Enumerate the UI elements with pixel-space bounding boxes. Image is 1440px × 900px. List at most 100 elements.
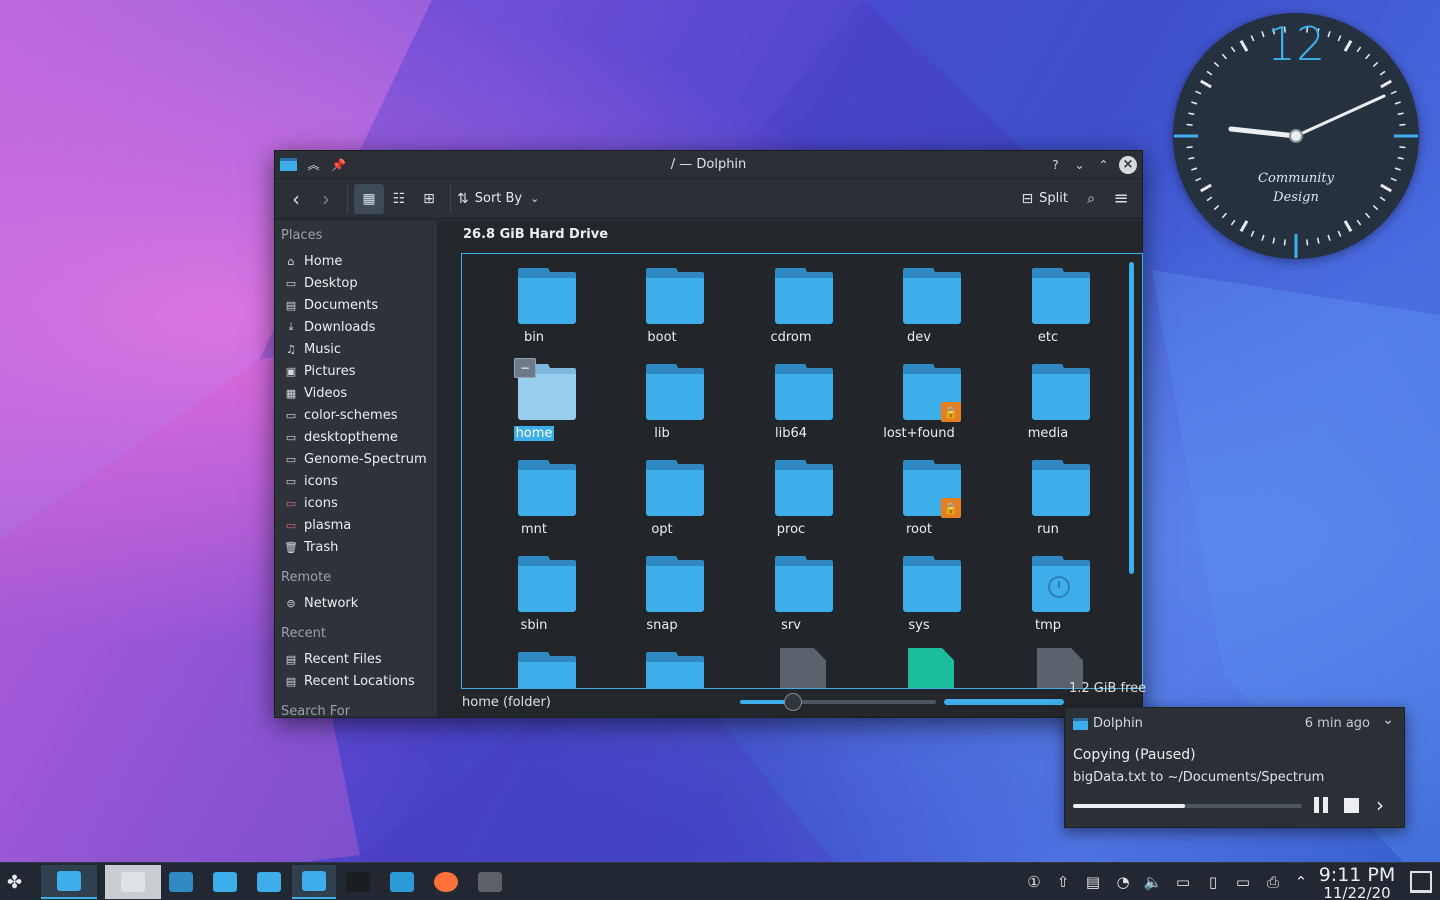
icon-view[interactable]: bin boot cdrom dev etc − home lib lib64 🔒 lost+fou… — [461, 253, 1143, 689]
place-item[interactable]: ▭ icons — [275, 470, 437, 492]
task-konsole[interactable] — [468, 865, 512, 899]
place-item[interactable]: ⌂ Home — [275, 250, 437, 272]
file-item[interactable]: dev — [859, 254, 979, 350]
clock-tick — [1306, 239, 1309, 246]
task-app-launcher[interactable]: ✤ — [0, 865, 38, 899]
battery-icon[interactable]: ▯ — [1200, 863, 1226, 900]
compact-view-button[interactable]: ☷ — [384, 184, 414, 214]
file-item[interactable]: sys — [859, 542, 979, 638]
file-item[interactable] — [602, 638, 722, 688]
tray-expand-icon[interactable]: ⌃ — [1288, 863, 1314, 900]
file-item[interactable]: etc — [988, 254, 1108, 350]
clock-center — [1289, 129, 1303, 143]
file-item[interactable]: media — [988, 350, 1108, 446]
file-item[interactable]: tmp — [988, 542, 1108, 638]
hamburger-menu-button[interactable]: ≡ — [1106, 184, 1136, 214]
selection-toggle-icon[interactable]: − — [514, 358, 536, 378]
file-item[interactable] — [474, 638, 594, 688]
volume-icon[interactable]: 🔈 — [1140, 863, 1166, 900]
details-button[interactable]: › — [1371, 793, 1389, 817]
task-dolphin[interactable] — [292, 865, 336, 899]
file-item[interactable]: srv — [731, 542, 851, 638]
file-item[interactable]: cdrom — [731, 254, 851, 350]
kdeconnect-icon[interactable]: ▭ — [1230, 863, 1256, 900]
file-item[interactable]: mnt — [474, 446, 594, 542]
place-item[interactable]: ▤ Documents — [275, 294, 437, 316]
stop-button[interactable] — [1342, 796, 1360, 814]
file-item[interactable] — [731, 638, 851, 688]
window-app-icon[interactable] — [280, 158, 297, 171]
file-item[interactable]: opt — [602, 446, 722, 542]
file-item[interactable]: 🔒 lost+found — [859, 350, 979, 446]
place-item[interactable]: ▭ color-schemes — [275, 404, 437, 426]
forward-button[interactable]: › — [311, 184, 341, 214]
place-item[interactable]: ▣ Pictures — [275, 360, 437, 382]
file-item[interactable]: lib64 — [731, 350, 851, 446]
printer-icon[interactable]: ⎙ — [1260, 863, 1286, 900]
place-item[interactable]: ⊜ Network — [275, 592, 437, 614]
place-item[interactable]: ▤ Recent Locations — [275, 670, 437, 692]
place-item[interactable]: ♫ Music — [275, 338, 437, 360]
file-item[interactable]: proc — [731, 446, 851, 542]
pin-icon[interactable]: 📌 — [330, 156, 347, 173]
free-space-bar[interactable] — [944, 699, 1064, 705]
task-dolphin[interactable] — [41, 865, 97, 899]
search-button[interactable]: ⌕ — [1076, 184, 1106, 214]
keep-above-icon[interactable]: ︽ — [305, 156, 322, 173]
clipboard-icon[interactable]: ▤ — [1080, 863, 1106, 900]
place-item[interactable]: ▭ plasma — [275, 514, 437, 536]
folder-icon — [517, 460, 577, 518]
file-item[interactable]: − home — [474, 350, 594, 446]
file-item[interactable]: snap — [602, 542, 722, 638]
minimize-icon[interactable]: ⌄ — [1071, 156, 1088, 173]
split-button[interactable]: ⊟ Split — [1021, 184, 1068, 214]
place-item[interactable]: ⤓ Downloads — [275, 316, 437, 338]
file-item[interactable]: 🔒 root — [859, 446, 979, 542]
split-icon: ⊟ — [1021, 190, 1034, 207]
digital-clock-time[interactable]: 9:11 PM — [1318, 865, 1396, 885]
window-titlebar[interactable]: ︽ 📌 / — Dolphin ? ⌄ ⌃ × — [275, 151, 1142, 179]
zoom-slider[interactable] — [740, 693, 936, 711]
view-scrollbar[interactable] — [1129, 262, 1134, 574]
analog-clock-widget[interactable]: 12 Community Design — [1173, 13, 1419, 259]
place-item[interactable]: ▤ Recent Files — [275, 648, 437, 670]
icons-view-button[interactable]: ▦ — [354, 183, 384, 214]
place-item[interactable]: ▭ desktoptheme — [275, 426, 437, 448]
file-item[interactable]: bin — [474, 254, 594, 350]
file-item[interactable] — [859, 638, 979, 688]
task-terminal[interactable] — [105, 865, 161, 899]
night-color-icon[interactable]: ◔ — [1110, 863, 1136, 900]
task-system-settings[interactable] — [159, 865, 203, 899]
place-label: Home — [304, 253, 343, 269]
task-inkscape[interactable] — [336, 865, 380, 899]
task-dolphin[interactable] — [247, 865, 291, 899]
zoom-slider-handle[interactable] — [783, 693, 802, 711]
file-item[interactable]: sbin — [474, 542, 594, 638]
file-item[interactable]: lib — [602, 350, 722, 446]
network-disconnected-icon[interactable]: ▭ — [1170, 863, 1196, 900]
pause-button[interactable] — [1312, 796, 1330, 814]
task-browser[interactable] — [380, 865, 424, 899]
clock-tick — [1343, 220, 1353, 233]
place-item[interactable]: ▦ Videos — [275, 382, 437, 404]
place-item[interactable]: ▭ icons — [275, 492, 437, 514]
back-button[interactable]: ‹ — [281, 184, 311, 214]
updates-icon[interactable]: ① — [1021, 863, 1047, 900]
details-view-button[interactable]: ⊞ — [414, 184, 444, 214]
show-desktop-button[interactable] — [1410, 871, 1432, 893]
file-item[interactable]: boot — [602, 254, 722, 350]
place-item[interactable]: 🗑 Trash — [275, 536, 437, 558]
place-item[interactable]: ▭ Genome-Spectrum — [275, 448, 437, 470]
close-icon[interactable]: × — [1119, 155, 1137, 174]
collapse-notification-button[interactable]: ⌄ — [1382, 712, 1394, 728]
digital-clock-date[interactable]: 11/22/20 — [1318, 884, 1396, 900]
folder-icon — [517, 652, 577, 688]
place-item[interactable]: ▭ Desktop — [275, 272, 437, 294]
task-firefox[interactable] — [424, 865, 468, 899]
help-icon[interactable]: ? — [1047, 156, 1064, 173]
sort-by-button[interactable]: ⇅ Sort By ⌄ — [457, 184, 539, 214]
task-discover[interactable] — [203, 865, 247, 899]
maximize-icon[interactable]: ⌃ — [1095, 156, 1112, 173]
vault-icon[interactable]: ⇧ — [1050, 863, 1076, 900]
file-item[interactable]: run — [988, 446, 1108, 542]
